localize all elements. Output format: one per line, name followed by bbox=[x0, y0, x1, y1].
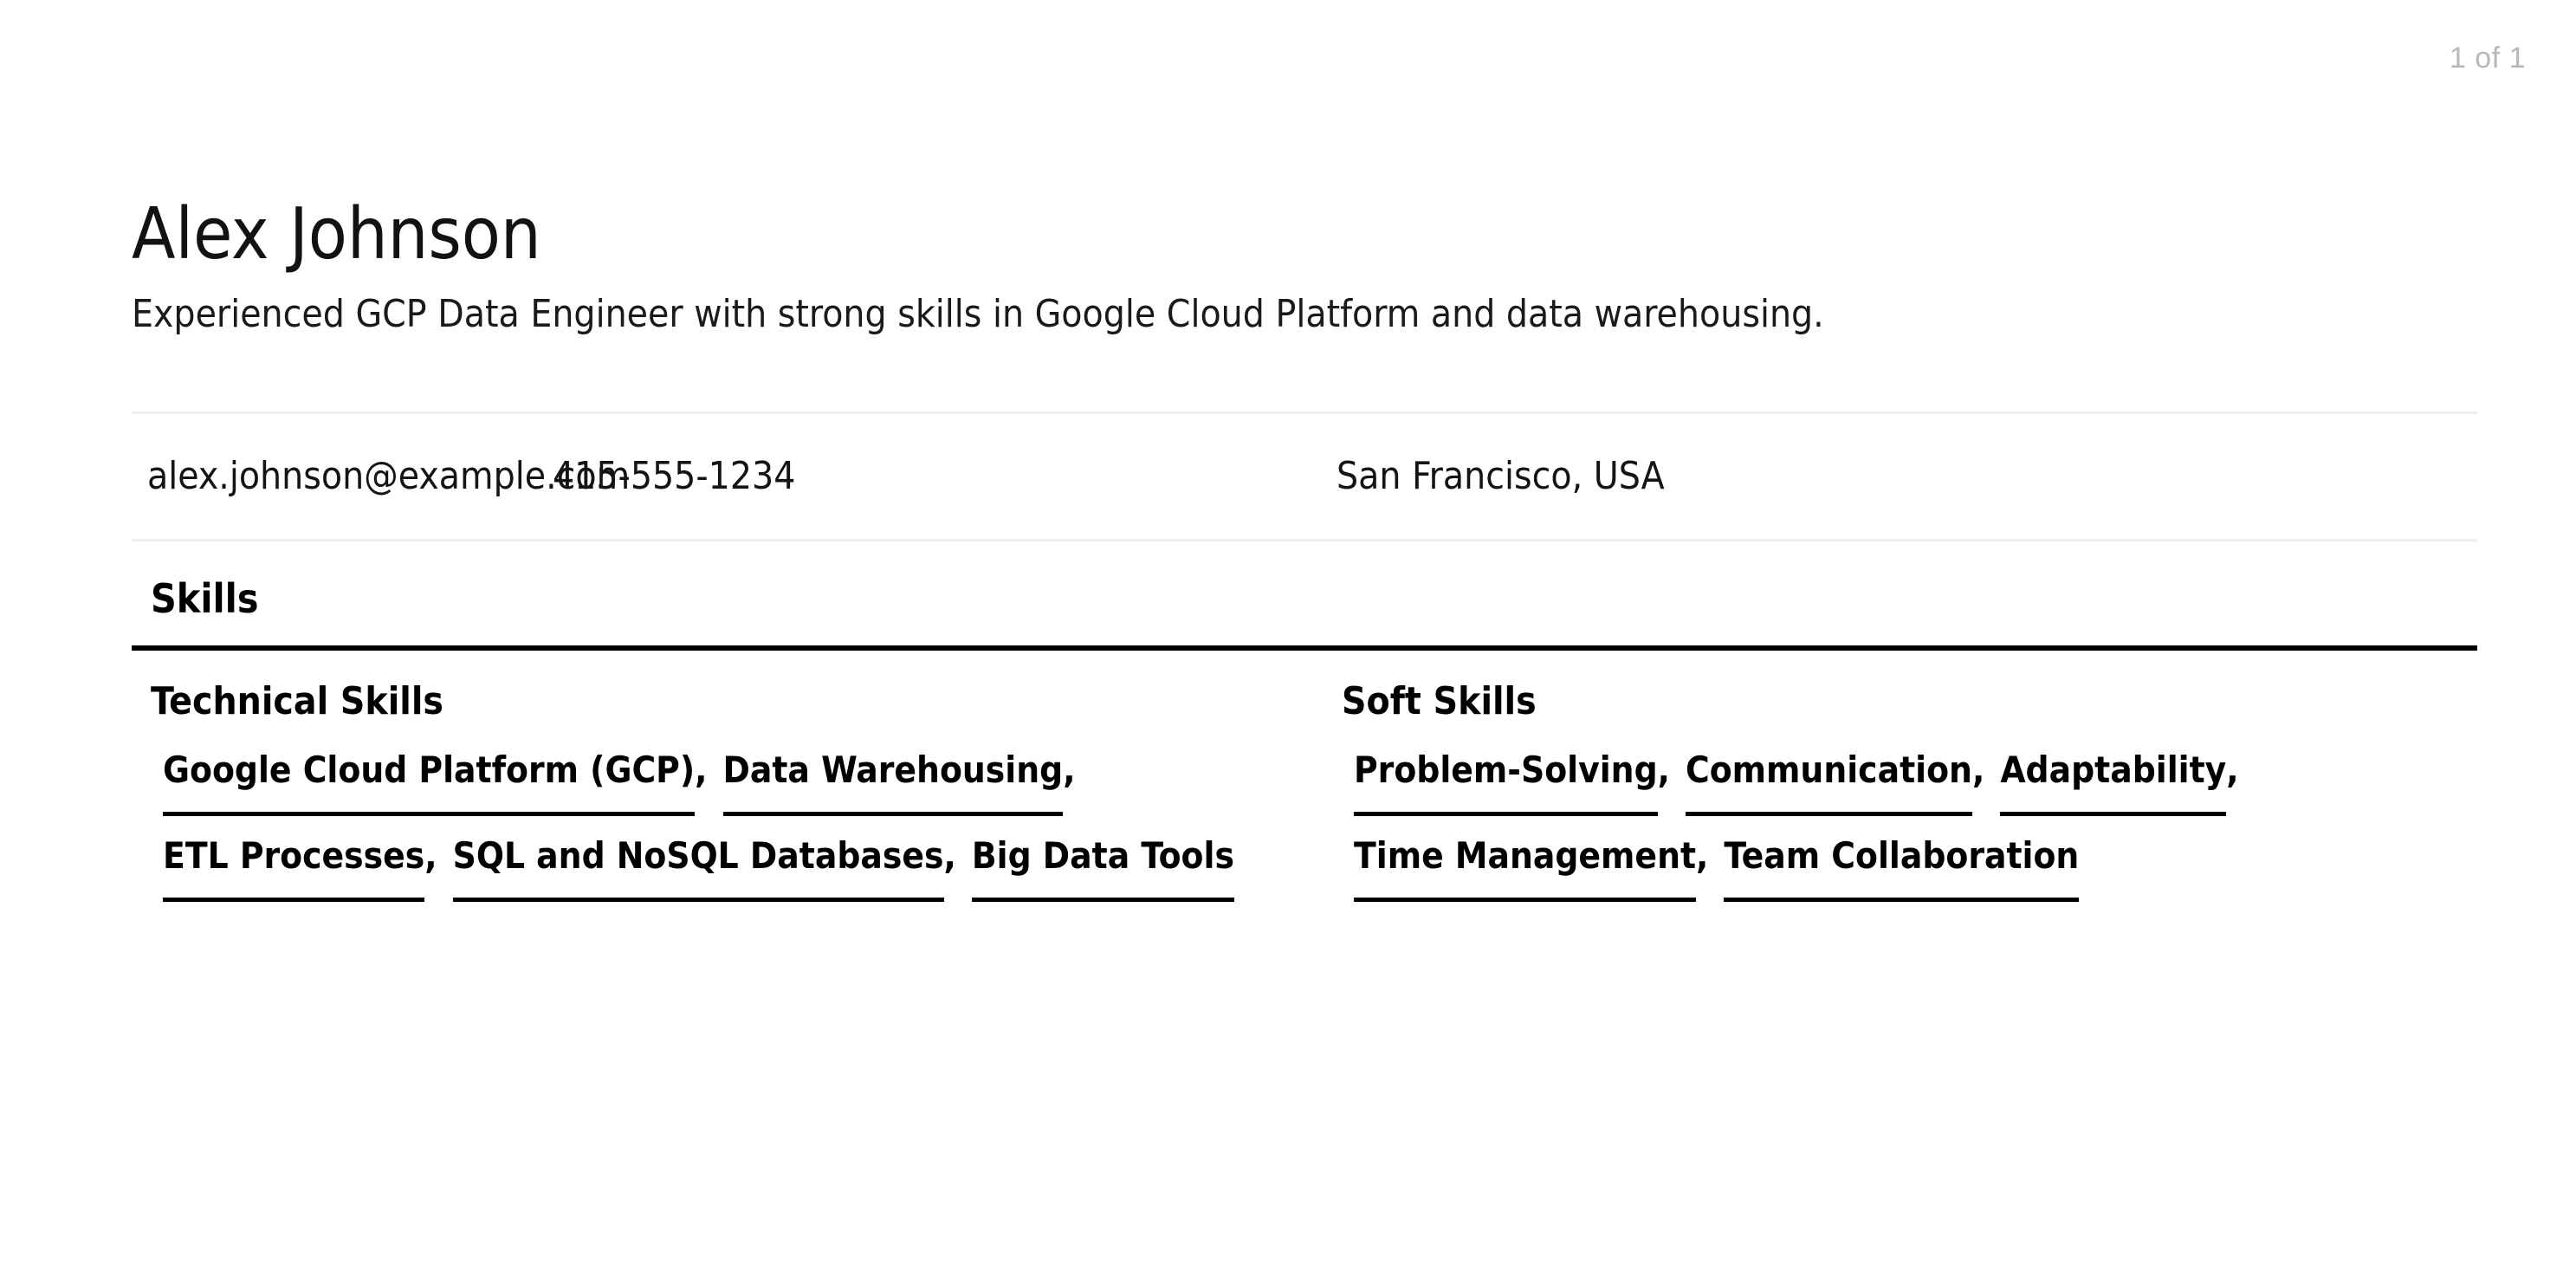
skill-item: ETL Processes, bbox=[163, 832, 437, 902]
skill-item-separator: , bbox=[1971, 749, 1985, 791]
skill-item-label: ETL Processes bbox=[163, 832, 425, 902]
skill-item-separator: , bbox=[943, 834, 956, 877]
skill-item-label: Communication bbox=[1685, 746, 1972, 816]
skill-item-separator: , bbox=[695, 749, 708, 791]
skill-item-label: Time Management bbox=[1354, 832, 1697, 902]
skill-item-label: Adaptability bbox=[2000, 746, 2227, 816]
candidate-tagline: Experienced GCP Data Engineer with stron… bbox=[132, 292, 1824, 336]
contact-row: alex.johnson@example.com 415-555-1234 Sa… bbox=[132, 414, 2477, 539]
skill-item: Google Cloud Platform (GCP), bbox=[163, 746, 708, 816]
skill-item-separator: , bbox=[424, 834, 437, 877]
skill-item: Time Management, bbox=[1354, 832, 1708, 902]
skill-item-label: Team Collaboration bbox=[1724, 832, 2080, 902]
contact-divider-bottom bbox=[132, 539, 2477, 541]
skills-section-title: Skills bbox=[151, 575, 259, 622]
skill-item: Big Data Tools bbox=[971, 832, 1234, 902]
skills-columns: Technical Skills Google Cloud Platform (… bbox=[132, 680, 2477, 917]
skill-list-technical: Google Cloud Platform (GCP), Data Warehou… bbox=[151, 746, 1323, 917]
skill-item-label: Big Data Tools bbox=[971, 832, 1234, 902]
skill-item-separator: , bbox=[1063, 749, 1076, 791]
skill-item: SQL and NoSQL Databases, bbox=[452, 832, 956, 902]
skill-item-separator: , bbox=[1696, 834, 1709, 877]
skills-section-rule bbox=[132, 645, 2477, 651]
skills-column-title-soft: Soft Skills bbox=[1342, 679, 1537, 723]
skills-column-technical: Technical Skills Google Cloud Platform (… bbox=[132, 680, 1323, 917]
contact-phone: 415-555-1234 bbox=[553, 454, 796, 498]
skill-item-separator: , bbox=[2226, 749, 2239, 791]
skill-item: Data Warehousing, bbox=[722, 746, 1076, 816]
skill-item: Communication, bbox=[1685, 746, 1985, 816]
contact-band: alex.johnson@example.com 415-555-1234 Sa… bbox=[132, 412, 2477, 541]
skill-item-label: SQL and NoSQL Databases bbox=[452, 832, 944, 902]
skill-item: Adaptability, bbox=[2000, 746, 2239, 816]
skill-item-label: Problem-Solving bbox=[1354, 746, 1658, 816]
resume-document: Alex Johnson Experienced GCP Data Engine… bbox=[132, 0, 2477, 917]
skills-column-soft: Soft Skills Problem-Solving, Communicatio… bbox=[1323, 680, 2475, 917]
skill-list-soft: Problem-Solving, Communication, Adaptabili… bbox=[1342, 746, 2475, 917]
skill-item-label: Google Cloud Platform (GCP) bbox=[163, 746, 696, 816]
skill-item-label: Data Warehousing bbox=[722, 746, 1064, 816]
skill-item: Team Collaboration bbox=[1724, 832, 2080, 902]
contact-location: San Francisco, USA bbox=[1337, 454, 1665, 498]
candidate-name: Alex Johnson bbox=[132, 193, 541, 275]
contact-email: alex.johnson@example.com bbox=[147, 454, 631, 498]
skills-column-title-technical: Technical Skills bbox=[151, 679, 443, 723]
skill-item-separator: , bbox=[1657, 749, 1670, 791]
skills-section: Skills Technical Skills Google Cloud Pla… bbox=[132, 576, 2477, 917]
skill-item: Problem-Solving, bbox=[1354, 746, 1670, 816]
